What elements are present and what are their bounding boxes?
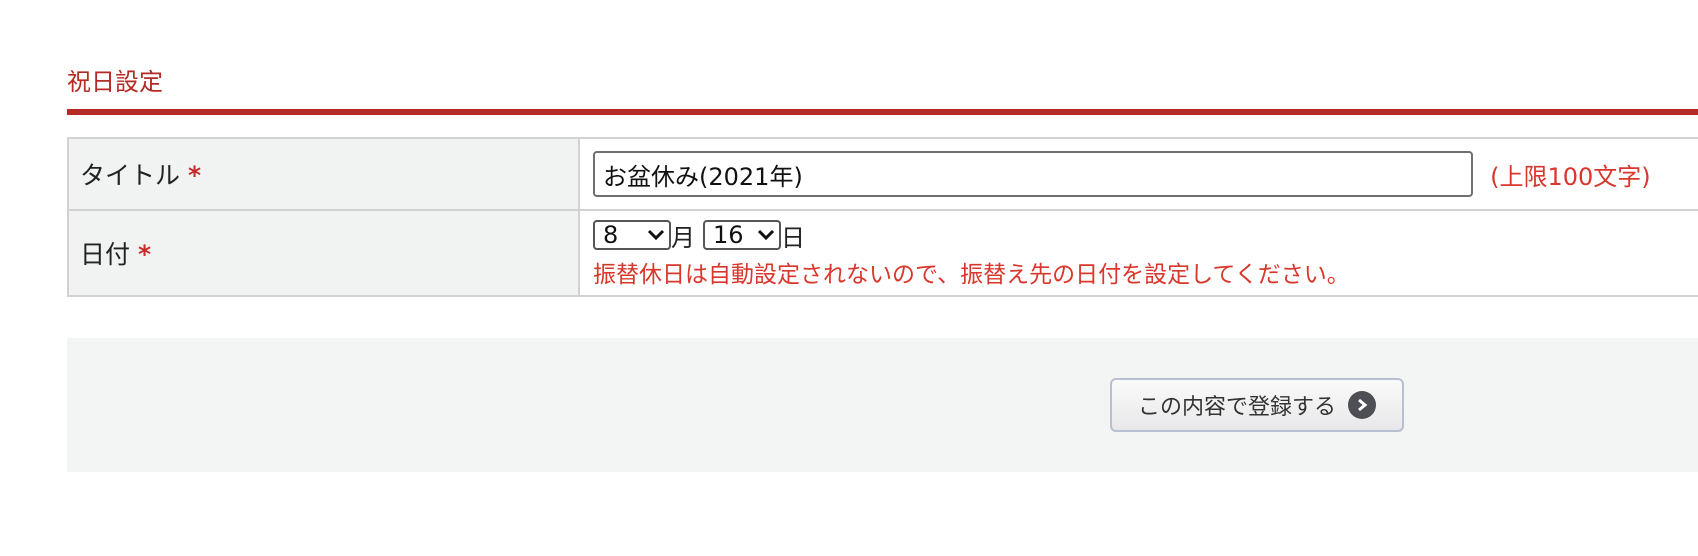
required-mark: * [138,240,152,269]
title-label: タイトル [80,161,181,190]
date-note: 振替休日は自動設定されないので、振替え先の日付を設定してください。 [593,261,1350,288]
chevron-down-icon [647,225,665,246]
title-limit-note: (上限100文字) [1490,162,1651,191]
date-label: 日付 [80,240,131,269]
holiday-form-table: タイトル* (上限100文字) 日付* 8 月 16 [67,137,1698,297]
month-select-value: 8 [603,221,619,249]
title-value-cell: (上限100文字) [578,137,1698,211]
submit-button[interactable]: この内容で登録する [1110,378,1404,432]
date-value-cell: 8 月 16 日 振替休日は自動設定されないので、振替え先の日付を設定してくださ… [578,209,1698,297]
month-select[interactable]: 8 [593,220,671,250]
section-divider [67,109,1698,115]
date-label-cell: 日付 * [67,209,580,297]
month-unit: 月 [671,223,695,252]
day-select-value: 16 [713,221,744,249]
date-selects: 8 月 16 日 [593,218,1698,253]
table-row-title: タイトル* (上限100文字) [67,137,1698,211]
title-label-cell: タイトル * [67,137,580,211]
required-mark: * [188,161,202,190]
chevron-right-circle-icon [1348,391,1376,419]
day-unit: 日 [781,223,805,252]
day-select[interactable]: 16 [703,220,781,250]
section-title: 祝日設定 [67,68,163,96]
title-input[interactable] [593,151,1473,197]
submit-button-label: この内容で登録する [1137,395,1336,420]
table-row-date: 日付 * 8 月 16 日 振替休日は自動設定されないので、振替え先の日付を設定… [67,209,1698,297]
form-footer [67,338,1698,472]
chevron-down-icon [757,225,775,246]
